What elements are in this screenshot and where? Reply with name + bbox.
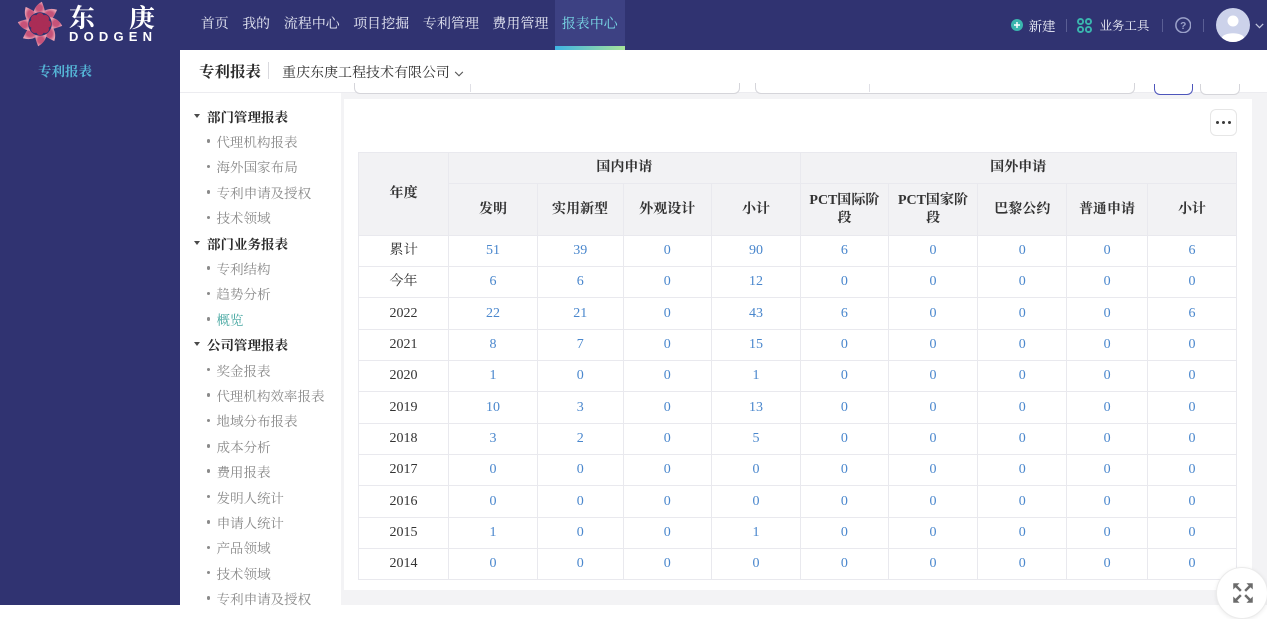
svg-text:?: ? bbox=[1180, 21, 1186, 32]
